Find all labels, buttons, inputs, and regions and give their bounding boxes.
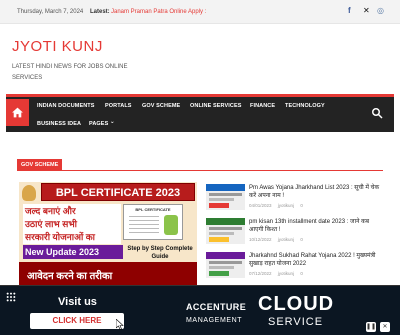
post-author[interactable]: jyotikunj (278, 203, 294, 208)
ad-cloud-text: CLOUD (258, 293, 335, 315)
thumbnail-button (209, 203, 229, 208)
featured-update-badge: New Update 2023 (23, 245, 123, 259)
certificate-lines (129, 213, 159, 235)
featured-post-image[interactable]: BPL CERTIFICATE 2023 जल्द बनाएं और उठाएं… (19, 182, 197, 292)
featured-headline: BPL CERTIFICATE 2023 (41, 183, 195, 201)
nav-item-pages[interactable]: PAGES (89, 121, 108, 127)
certificate-illustration: BPL CERTIFICATE (123, 204, 183, 240)
nav-item-finance[interactable]: FINANCE (250, 103, 275, 109)
nav-item-gov-scheme[interactable]: GOV SCHEME (142, 103, 180, 109)
top-bar: Thursday, March 7, 2024 Latest: Janam Pr… (0, 0, 400, 24)
thumbnail-line (209, 261, 242, 264)
certificate-label: BPL CERTIFICATE (135, 207, 171, 212)
latest-label: Latest: (90, 9, 110, 15)
post-meta: 04/01/2023 jyotikunj 0 (249, 203, 308, 208)
x-twitter-icon[interactable]: ✕ (363, 6, 370, 15)
post-author[interactable]: jyotikunj (278, 237, 294, 242)
post-title[interactable]: pm kisan 13th installment date 2023 : जा… (249, 218, 385, 234)
site-title[interactable]: JYOTI KUNJ (12, 38, 103, 55)
close-icon[interactable]: ✕ (380, 322, 390, 332)
post-date[interactable]: 04/01/2023 (249, 203, 272, 208)
grid-dots-icon[interactable] (6, 292, 16, 302)
post-comments[interactable]: 0 (300, 203, 303, 208)
thumbnail-line (209, 198, 234, 201)
post-comments[interactable]: 0 (300, 271, 303, 276)
featured-line-3: सरकारी योजनाओं का (23, 230, 121, 244)
nav-item-online-services[interactable]: ONLINE SERVICES (190, 103, 242, 109)
post-meta: 07/12/2022 jyotikunj 0 (249, 271, 308, 276)
ad-banner[interactable]: Visit us CLICK HERE ACCENTURE CLOUD MANA… (0, 285, 400, 335)
nav-item-business-idea[interactable]: BUSINESS IDEA (37, 121, 81, 127)
post-author[interactable]: jyotikunj (278, 271, 294, 276)
national-emblem-icon (22, 185, 36, 201)
thumbnail-header (206, 184, 245, 191)
thumbnail-button (209, 271, 229, 276)
post-thumbnail[interactable] (206, 218, 245, 244)
post-meta: 10/12/2022 jyotikunj 0 (249, 237, 308, 242)
facebook-icon[interactable]: f (348, 6, 351, 15)
home-icon (12, 107, 23, 118)
thumbnail-line (209, 193, 242, 196)
instagram-icon[interactable]: ◎ (377, 6, 384, 15)
ad-service-text: SERVICE (268, 316, 324, 328)
thumbnail-line (209, 266, 234, 269)
post-thumbnail[interactable] (206, 184, 245, 210)
ad-brand: ACCENTURE (186, 302, 247, 312)
post-thumbnail[interactable] (206, 252, 245, 278)
nav-item-technology[interactable]: TECHNOLOGY (285, 103, 325, 109)
featured-line-1: जल्द बनाएं और (23, 204, 121, 218)
thumbnail-line (209, 227, 242, 230)
latest-news-link[interactable]: Janam Praman Patra Online Apply : (111, 9, 206, 15)
current-date: Thursday, March 7, 2024 (17, 9, 84, 15)
ad-management-text: MANAGEMENT (186, 317, 243, 324)
home-button[interactable] (6, 99, 29, 126)
thumbnail-button (209, 237, 229, 242)
nav-item-indian-documents[interactable]: INDIAN DOCUMENTS (37, 103, 95, 109)
post-date[interactable]: 07/12/2022 (249, 271, 272, 276)
ad-visit-text: Visit us (58, 296, 97, 308)
person-illustration (164, 215, 178, 235)
thumbnail-header (206, 218, 245, 225)
nav-item-portals[interactable]: PORTALS (105, 103, 132, 109)
cursor-icon (116, 319, 124, 330)
post-title[interactable]: Pm Awas Yojana Jharkhand List 2023 : सूच… (249, 184, 385, 200)
ad-click-button[interactable]: CLICK HERE (30, 313, 124, 329)
site-description: LATEST HINDI NEWS FOR JOBS ONLINE SERVIC… (12, 64, 128, 81)
chevron-down-icon[interactable]: ⌄ (110, 119, 115, 125)
post-title[interactable]: Jharkahnd Sukhad Rahat Yojana 2022 ! मुख… (249, 252, 385, 268)
pause-icon[interactable]: ❚❚ (366, 322, 376, 332)
thumbnail-line (209, 232, 234, 235)
post-date[interactable]: 10/12/2022 (249, 237, 272, 242)
section-divider (17, 170, 383, 171)
search-icon[interactable] (371, 107, 383, 119)
thumbnail-header (206, 252, 245, 259)
featured-line-2: उठाएं लाभ सभी (23, 217, 121, 231)
section-title[interactable]: GOV SCHEME (17, 159, 63, 171)
featured-guide-text: Step by Step Complete Guide (127, 246, 193, 260)
post-comments[interactable]: 0 (300, 237, 303, 242)
